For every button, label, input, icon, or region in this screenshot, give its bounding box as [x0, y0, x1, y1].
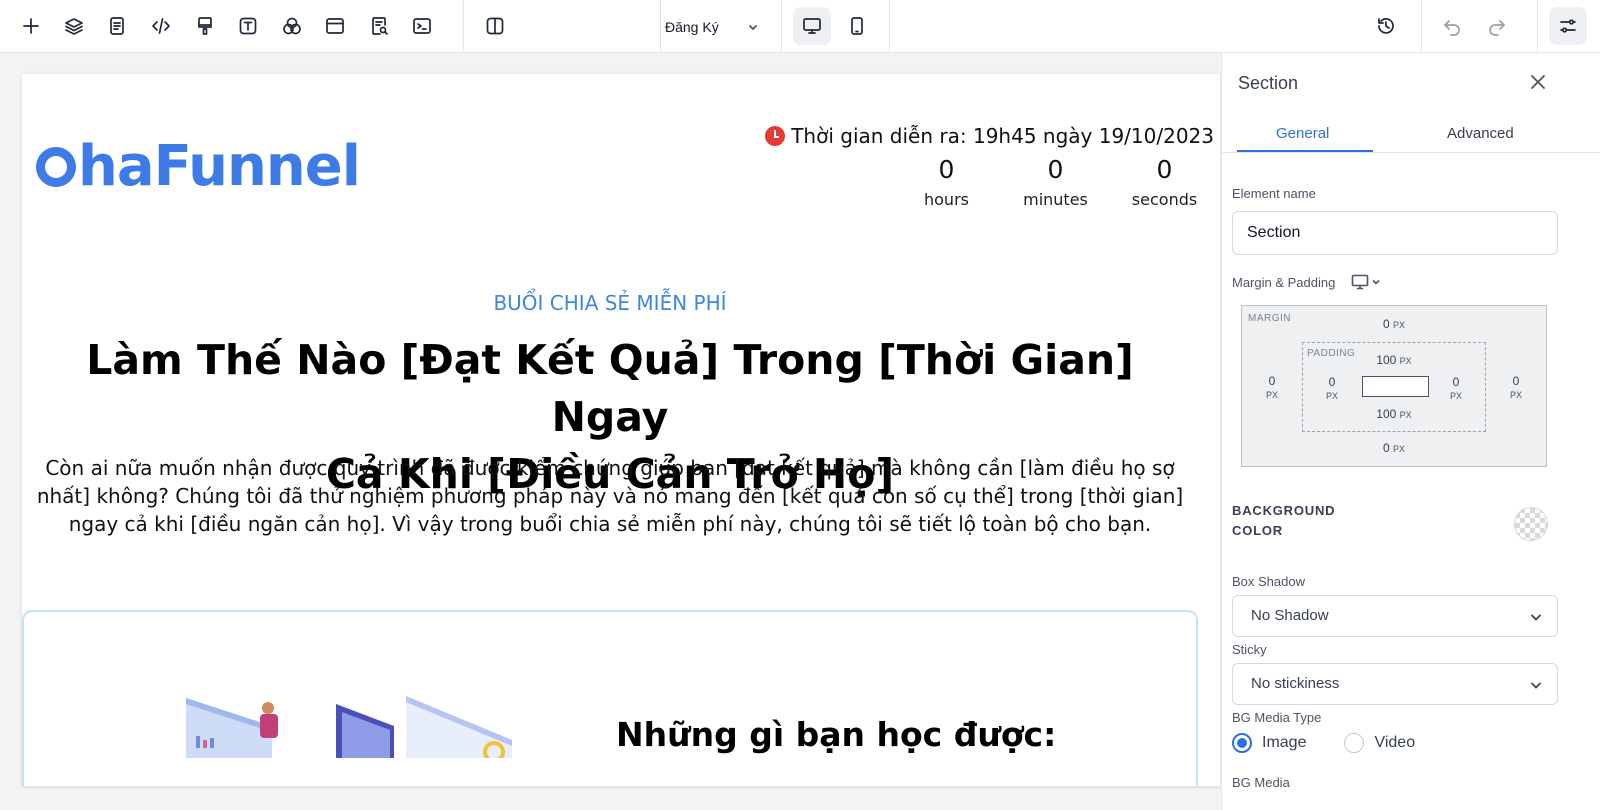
clock-icon: [765, 126, 786, 146]
add-icon[interactable]: [12, 7, 50, 45]
padding-left-value[interactable]: 0 PX: [1312, 376, 1352, 403]
padding-right-value[interactable]: 0 PX: [1436, 376, 1476, 403]
element-name-input[interactable]: Section: [1232, 211, 1558, 255]
countdown-minutes: 0 minutes: [1001, 154, 1110, 209]
countdown-value: 0: [938, 155, 955, 184]
padding-box: PADDING 100 PX 0 PX 0 PX 100 PX: [1302, 342, 1486, 432]
padding-label: PADDING: [1307, 348, 1356, 359]
box-shadow-label: Box Shadow: [1232, 574, 1305, 589]
eyebrow-text: BUỔI CHIA SẺ MIỄN PHÍ: [493, 291, 727, 315]
logo: haFunnel: [36, 132, 361, 202]
undo-icon[interactable]: [1433, 7, 1471, 45]
shapes-icon[interactable]: [273, 7, 311, 45]
background-color-swatch[interactable]: [1514, 507, 1548, 541]
chevron-down-icon: [748, 24, 757, 31]
countdown-value: 0: [1047, 155, 1064, 184]
pages-icon[interactable]: [98, 7, 136, 45]
mobile-icon[interactable]: [838, 7, 876, 45]
code-icon[interactable]: [142, 7, 180, 45]
page-select-value: Đăng Ký: [665, 19, 719, 35]
columns-icon[interactable]: [476, 7, 514, 45]
event-time: Thời gian diễn ra: 19h45 ngày 19/10/2023: [765, 124, 1214, 148]
chevron-down-icon: [1372, 279, 1380, 285]
tab-general[interactable]: General: [1276, 125, 1329, 142]
device-select[interactable]: [1351, 274, 1381, 290]
terminal-icon[interactable]: [403, 7, 441, 45]
redo-icon[interactable]: [1478, 7, 1516, 45]
content-box: [1362, 376, 1429, 397]
countdown-seconds: 0 seconds: [1110, 154, 1219, 209]
box-shadow-select[interactable]: No Shadow: [1232, 595, 1558, 637]
margin-bottom-value[interactable]: 0 PX: [1374, 442, 1414, 456]
seo-icon[interactable]: [360, 7, 398, 45]
illustration-image: [336, 696, 512, 758]
settings-sliders-icon[interactable]: [1549, 7, 1587, 45]
countdown-label: minutes: [1023, 190, 1088, 209]
tab-active-indicator: [1237, 150, 1373, 152]
box-model-editor: MARGIN 0 PX 0 PX 0 PX 0 PX PADDING 100 PX …: [1241, 305, 1547, 467]
radio-video-label[interactable]: Video: [1374, 734, 1415, 752]
margin-right-value[interactable]: 0 PX: [1496, 375, 1536, 402]
browser-icon[interactable]: [316, 7, 354, 45]
page-canvas[interactable]: haFunnel Thời gian diễn ra: 19h45 ngày 1…: [22, 74, 1220, 786]
desktop-icon: [1351, 274, 1369, 290]
learn-section[interactable]: Những gì bạn học được:: [22, 610, 1198, 786]
logo-text: haFunnel: [78, 134, 361, 199]
margin-left-value[interactable]: 0 PX: [1252, 375, 1292, 402]
bg-media-type-radio-group: Image Video: [1232, 733, 1415, 753]
learn-title: Những gì bạn học được:: [616, 715, 1057, 754]
countdown-value: 0: [1156, 155, 1173, 184]
top-toolbar: Đăng Ký: [0, 0, 1600, 53]
event-time-text: Thời gian diễn ra: 19h45 ngày 19/10/2023: [791, 124, 1214, 148]
logo-mark: [36, 147, 76, 187]
box-shadow-value: No Shadow: [1251, 607, 1329, 624]
bg-media-label: BG Media: [1232, 775, 1290, 790]
sticky-value: No stickiness: [1251, 675, 1340, 692]
sticky-label: Sticky: [1232, 642, 1267, 657]
desktop-icon[interactable]: [793, 7, 831, 45]
radio-video[interactable]: [1344, 733, 1365, 753]
radio-image[interactable]: [1232, 733, 1252, 753]
padding-top-value[interactable]: 100 PX: [1369, 354, 1419, 368]
countdown-timer: 0 hours 0 minutes 0 seconds: [892, 154, 1219, 209]
page-select-dropdown[interactable]: Đăng Ký: [665, 14, 759, 40]
margin-label: MARGIN: [1248, 313, 1291, 324]
radio-image-label[interactable]: Image: [1262, 734, 1306, 752]
countdown-label: seconds: [1131, 190, 1198, 209]
properties-panel: Section General Advanced Element name Se…: [1221, 53, 1600, 810]
margin-top-value[interactable]: 0 PX: [1374, 318, 1414, 332]
background-color-label: BACKGROUND COLOR: [1232, 501, 1335, 541]
close-icon[interactable]: [1527, 71, 1549, 93]
countdown-label: hours: [924, 190, 969, 209]
tab-advanced[interactable]: Advanced: [1447, 125, 1514, 142]
sticky-select[interactable]: No stickiness: [1232, 663, 1558, 705]
background-color-label-line: COLOR: [1232, 523, 1283, 538]
history-icon[interactable]: [1367, 7, 1405, 45]
panel-tabs: General Advanced: [1222, 113, 1600, 153]
margin-padding-label: Margin & Padding: [1232, 275, 1336, 290]
bg-media-type-label: BG Media Type: [1232, 710, 1322, 725]
layers-icon[interactable]: [55, 7, 93, 45]
panel-title: Section: [1238, 73, 1299, 93]
chevron-down-icon: [1530, 682, 1542, 689]
element-name-label: Element name: [1232, 186, 1316, 201]
chevron-down-icon: [1530, 614, 1542, 621]
headline-line-1: Làm Thế Nào [Đạt Kết Quả] Trong [Thời Gi…: [86, 336, 1134, 441]
background-color-label-line: BACKGROUND: [1232, 503, 1336, 518]
text-icon[interactable]: [229, 7, 267, 45]
countdown-hours: 0 hours: [892, 154, 1001, 209]
padding-bottom-value[interactable]: 100 PX: [1369, 408, 1419, 422]
description-text: Còn ai nữa muốn nhận được quy trình đã đ…: [36, 456, 1184, 536]
paint-icon[interactable]: [186, 7, 224, 45]
illustration-image: [186, 698, 278, 758]
